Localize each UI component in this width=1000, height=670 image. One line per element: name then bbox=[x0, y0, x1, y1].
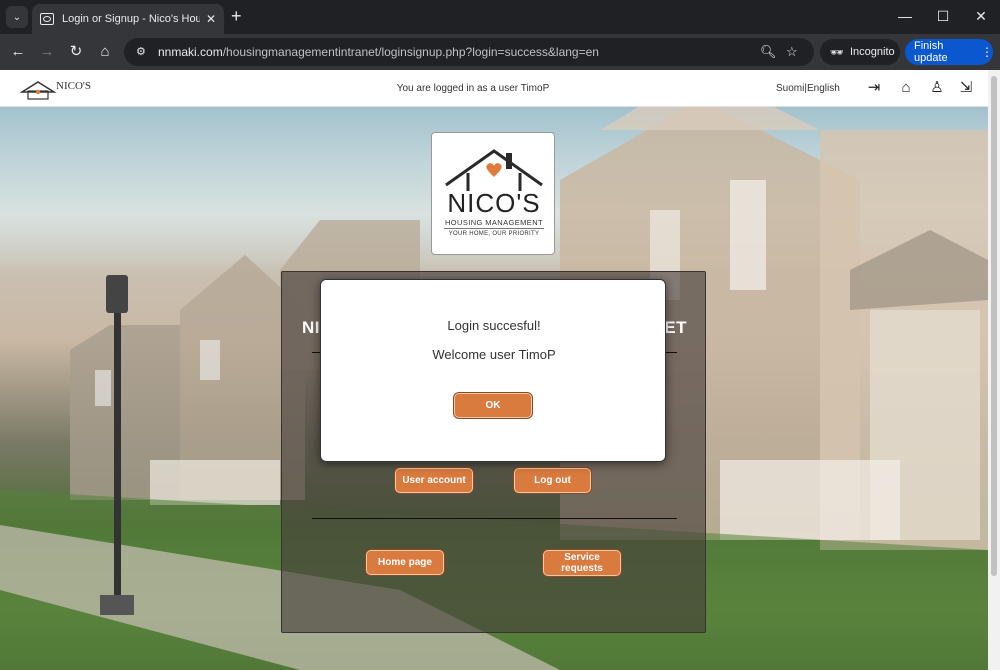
zoom-icon[interactable]: 🔍︎ bbox=[760, 44, 777, 60]
service-requests-button[interactable]: Service requests bbox=[543, 550, 621, 576]
close-tab-icon[interactable]: ✕ bbox=[206, 12, 216, 26]
ok-button[interactable]: OK bbox=[454, 393, 532, 418]
lang-english-link[interactable]: English bbox=[807, 83, 840, 94]
logo-subtitle: HOUSING MANAGEMENT bbox=[444, 218, 544, 227]
log-out-button[interactable]: Log out bbox=[514, 468, 591, 493]
incognito-label: Incognito bbox=[849, 46, 895, 58]
browser-tab-bar: ⌄ Login or Signup - Nico's Housin ✕ + — … bbox=[0, 0, 1000, 34]
favicon-icon bbox=[40, 13, 54, 25]
houses-icon[interactable]: ⌂ bbox=[897, 79, 915, 97]
logo-name: NICO'S bbox=[447, 188, 541, 218]
page-viewport: NICO'S You are logged in as a user TimoP… bbox=[0, 70, 1000, 670]
close-window-icon[interactable]: ✕ bbox=[972, 8, 990, 25]
bookmark-star-icon[interactable]: ☆ bbox=[786, 44, 798, 60]
menu-dots-icon: ⋮ bbox=[981, 45, 993, 59]
home-icon[interactable]: ⌂ bbox=[95, 42, 115, 62]
user-account-button[interactable]: User account bbox=[395, 468, 473, 493]
reload-icon[interactable]: ↻ bbox=[66, 42, 86, 62]
finish-update-label: Finish update bbox=[914, 40, 948, 64]
site-info-icon[interactable]: ⚙ bbox=[136, 45, 150, 59]
finish-update-button[interactable]: Finish update ⋮ bbox=[905, 39, 993, 65]
logout-icon[interactable]: ⇲ bbox=[957, 79, 975, 97]
scrollbar-thumb[interactable] bbox=[991, 76, 997, 576]
new-tab-icon[interactable]: + bbox=[231, 7, 242, 25]
browser-toolbar: ← → ↻ ⌂ ⚙ nnmaki.com/housingmanagementin… bbox=[0, 34, 1000, 70]
dialog-message-welcome: Welcome user TimoP bbox=[432, 347, 556, 362]
minimize-icon[interactable]: — bbox=[896, 8, 914, 24]
panel-title-right: ET bbox=[664, 318, 687, 337]
back-icon[interactable]: ← bbox=[8, 42, 28, 62]
tab-search-icon[interactable]: ⌄ bbox=[6, 6, 28, 28]
panel-title-left: NI bbox=[302, 318, 320, 337]
incognito-indicator[interactable]: 🕶︎ Incognito bbox=[820, 39, 900, 65]
url-text: nnmaki.com/housingmanagementintranet/log… bbox=[158, 45, 599, 59]
maximize-icon[interactable]: ☐ bbox=[934, 8, 952, 25]
logo-tagline: YOUR HOME, OUR PRIORITY bbox=[448, 231, 540, 237]
logo-divider bbox=[444, 228, 544, 229]
user-icon[interactable]: ♙ bbox=[928, 79, 946, 97]
company-logo: NICO'S HOUSING MANAGEMENT YOUR HOME, OUR… bbox=[431, 132, 555, 255]
login-icon[interactable]: ⇥ bbox=[865, 79, 883, 97]
browser-tab[interactable]: Login or Signup - Nico's Housin ✕ bbox=[32, 4, 224, 34]
language-switcher: Suomi|English bbox=[776, 83, 840, 94]
forward-icon[interactable]: → bbox=[37, 42, 57, 62]
home-page-button[interactable]: Home page bbox=[366, 550, 444, 575]
login-success-dialog: Login succesful! Welcome user TimoP OK bbox=[320, 279, 666, 462]
tab-title: Login or Signup - Nico's Housin bbox=[62, 13, 200, 25]
dialog-message-title: Login succesful! bbox=[447, 318, 541, 333]
lang-suomi-link[interactable]: Suomi bbox=[776, 83, 804, 94]
page-scrollbar[interactable] bbox=[988, 70, 1000, 670]
house-roof-icon bbox=[445, 149, 543, 191]
panel-divider-bottom bbox=[312, 518, 677, 519]
site-header: NICO'S You are logged in as a user TimoP… bbox=[0, 70, 988, 107]
incognito-icon: 🕶︎ bbox=[830, 46, 844, 59]
address-bar[interactable]: ⚙ nnmaki.com/housingmanagementintranet/l… bbox=[124, 38, 814, 66]
